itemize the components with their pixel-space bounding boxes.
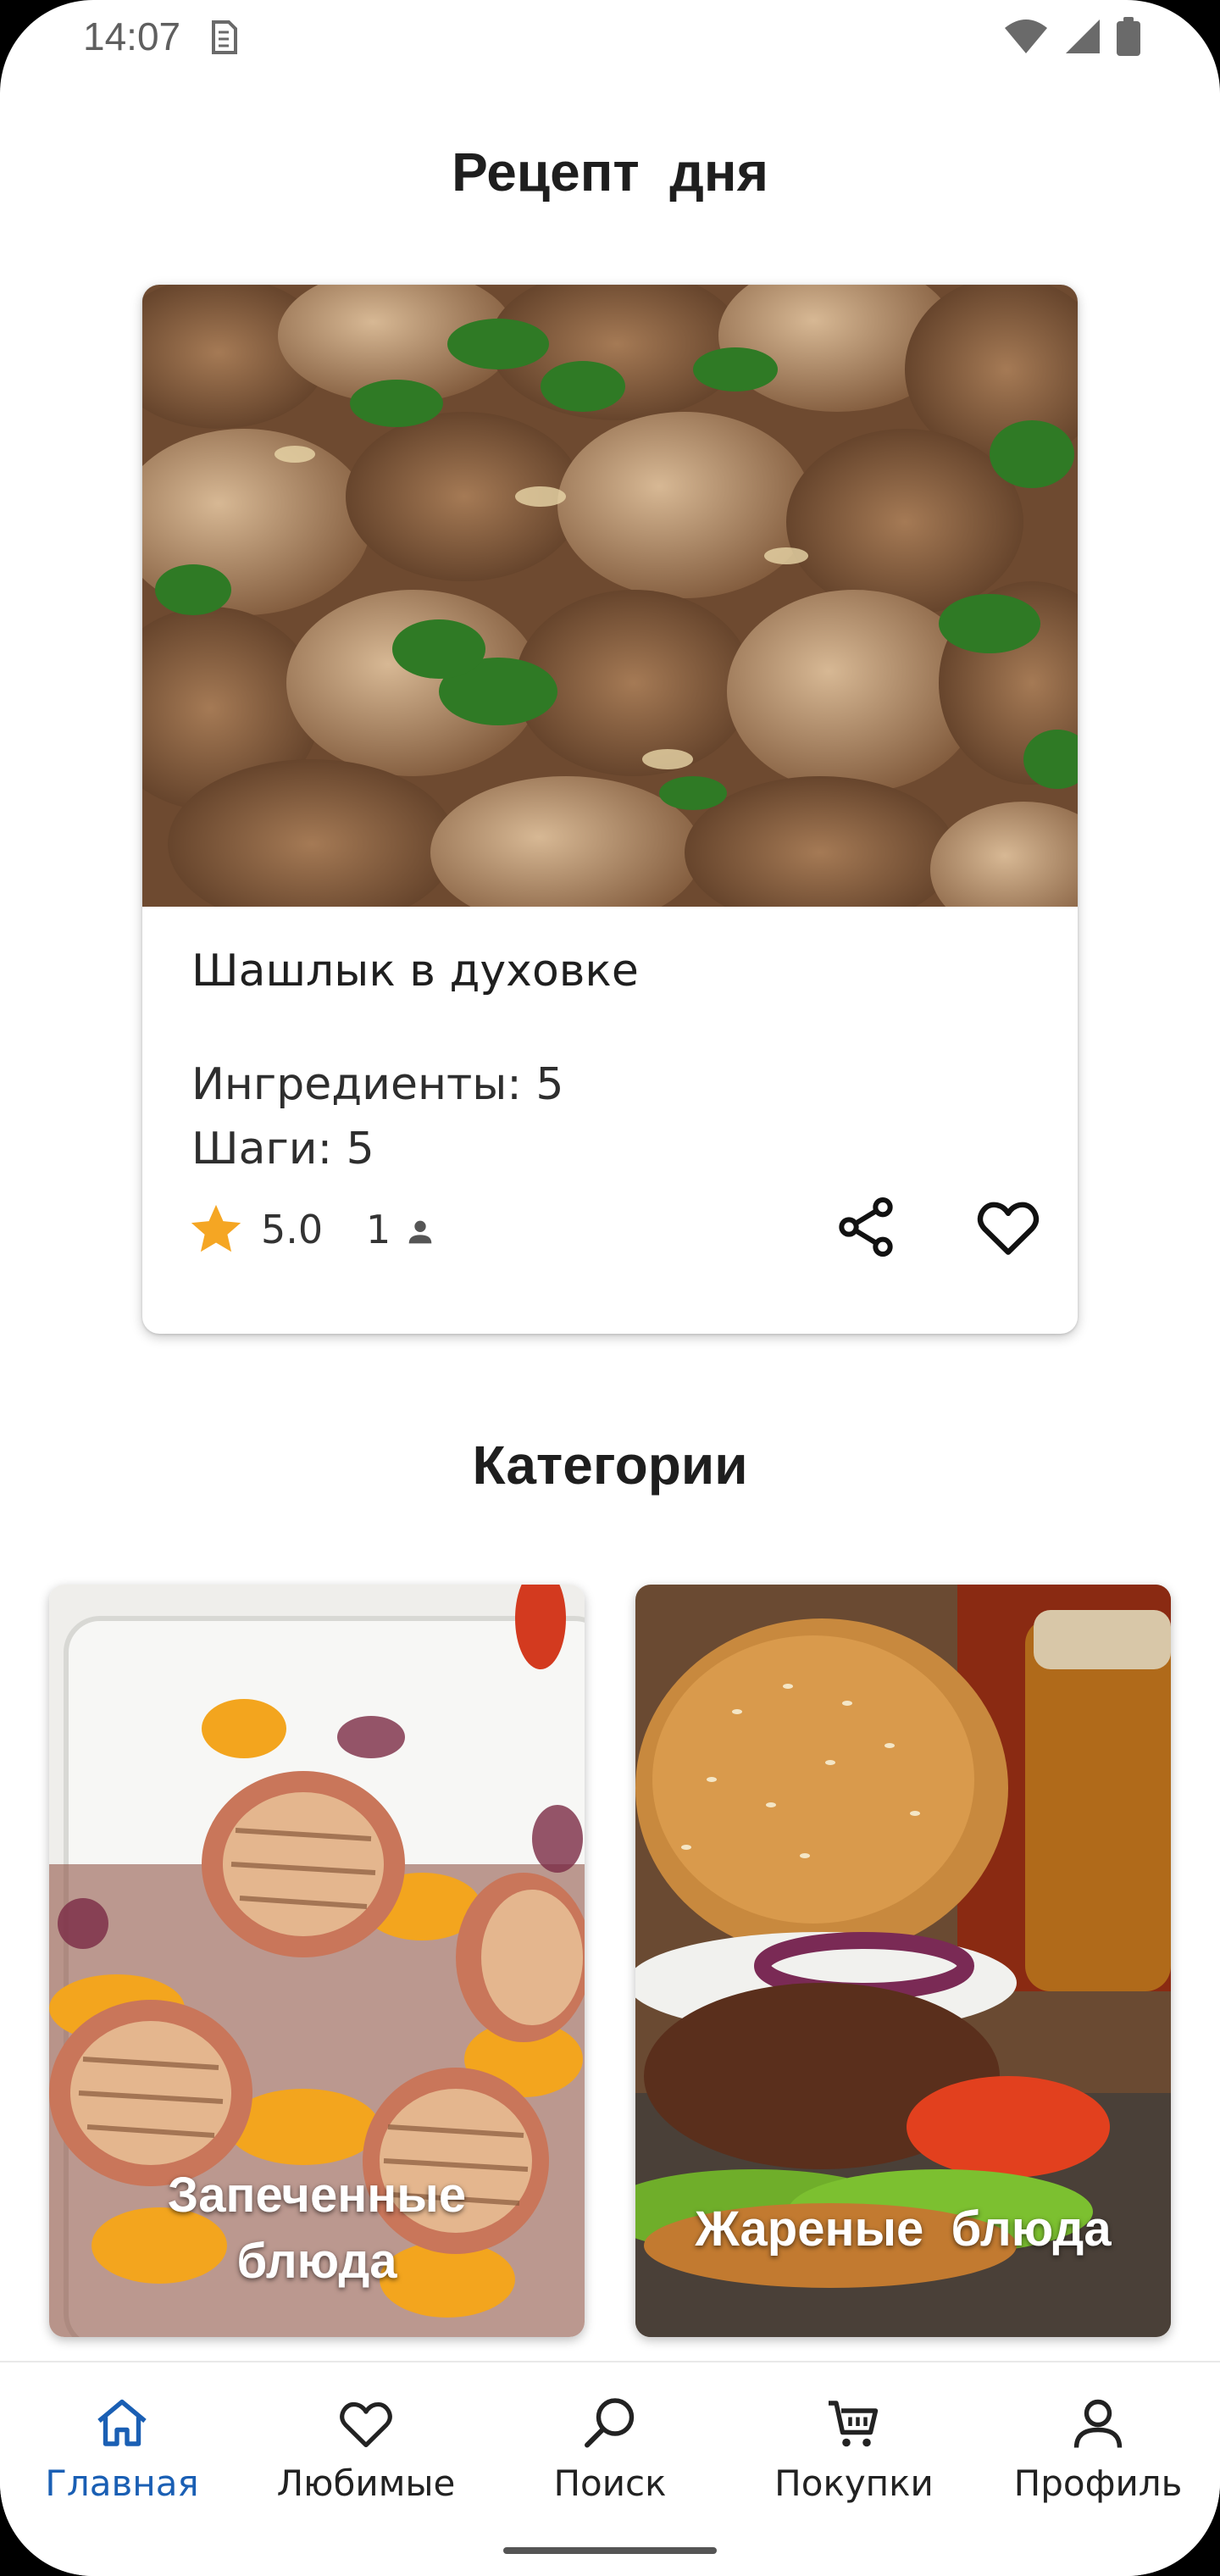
status-icons xyxy=(1003,17,1140,56)
nav-item-home[interactable]: Главная xyxy=(0,2362,244,2532)
home-indicator[interactable] xyxy=(503,2547,717,2554)
nav-item-profile[interactable]: Профиль xyxy=(976,2362,1220,2532)
search-icon xyxy=(585,2398,635,2448)
recipe-of-day-title: Рецепт дня xyxy=(452,142,768,203)
home-icon xyxy=(97,2399,147,2446)
category-label-baked: Запеченные блюда xyxy=(167,2168,467,2289)
voters-count: 1 xyxy=(366,1207,391,1252)
heart-icon[interactable] xyxy=(973,1191,1044,1263)
steps-count: Шаги: 5 xyxy=(191,1124,374,1174)
ingredients-count: Ингредиенты: 5 xyxy=(191,1059,564,1110)
signal-icon xyxy=(1066,19,1100,53)
wifi-icon xyxy=(1005,19,1047,53)
categories-title: Категории xyxy=(472,1435,748,1496)
nav-label-search: Поиск xyxy=(553,2462,667,2504)
nav-label-shopping: Покупки xyxy=(774,2462,934,2504)
category-card-fried[interactable]: Жареные блюда xyxy=(635,1585,1171,2337)
recipe-card[interactable]: Шашлык в духовке Ингредиенты: 5 Шаги: 5 … xyxy=(142,285,1078,1334)
share-icon[interactable] xyxy=(832,1193,900,1261)
heart-icon xyxy=(340,2401,392,2448)
app-screen: 14:07 Рецепт дня Шашлык в духовке Ингред… xyxy=(0,0,1220,2576)
recipe-meta: Ингредиенты: 5 Шаги: 5 xyxy=(191,1052,563,1181)
bottom-navigation: Главная Любимые Поиск Покупки Профиль xyxy=(0,2361,1220,2576)
recipe-name: Шашлык в духовке xyxy=(191,946,639,997)
person-icon xyxy=(408,1220,432,1244)
nav-item-shopping[interactable]: Покупки xyxy=(732,2362,976,2532)
category-label-fried: Жареные блюда xyxy=(695,2201,1112,2257)
nav-label-profile: Профиль xyxy=(1013,2462,1183,2504)
battery-icon xyxy=(1117,17,1140,56)
star-icon xyxy=(191,1204,241,1252)
person-icon xyxy=(1073,2399,1123,2448)
status-time: 14:07 xyxy=(83,14,181,58)
category-card-baked[interactable]: Запеченные блюда xyxy=(49,1585,585,2337)
nav-item-search[interactable]: Поиск xyxy=(488,2362,732,2532)
recipe-photo xyxy=(142,285,1078,907)
cart-icon xyxy=(829,2401,879,2447)
nav-item-favorites[interactable]: Любимые xyxy=(244,2362,488,2532)
sim-icon xyxy=(212,20,237,54)
nav-label-home: Главная xyxy=(45,2462,199,2504)
status-bar: 14:07 xyxy=(0,0,1220,76)
rating-value: 5.0 xyxy=(261,1207,324,1252)
nav-label-favorites: Любимые xyxy=(276,2462,456,2504)
